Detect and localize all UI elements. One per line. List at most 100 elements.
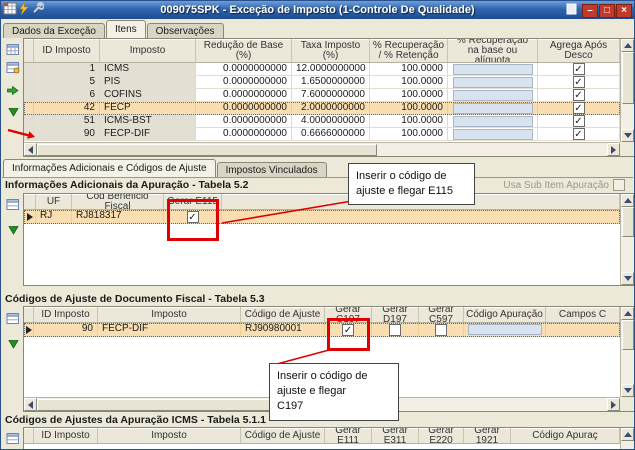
tab-informacoes-adicionais[interactable]: Informações Adicionais e Códigos de Ajus… [3, 159, 216, 177]
col-header-gerar-e220[interactable]: Gerar E220 [419, 428, 464, 443]
cell-reducao[interactable]: 0.0000000000 [196, 89, 292, 101]
cell-id-imposto[interactable]: 90 [34, 323, 98, 336]
cell-recuperacao-base[interactable] [448, 128, 538, 140]
navigate-last-icon[interactable] [4, 335, 22, 352]
col-header-imposto[interactable]: Imposto [98, 428, 241, 443]
cell-agrega[interactable]: ✓ [538, 128, 620, 140]
tab-observacoes[interactable]: Observações [146, 23, 224, 38]
cell-agrega[interactable]: ✓ [538, 89, 620, 101]
gerar-d197-checkbox[interactable] [389, 323, 401, 336]
cell-reducao[interactable]: 0.0000000000 [196, 115, 292, 127]
cell-recuperacao[interactable]: 100.0000 [370, 89, 448, 101]
table-row-selected[interactable]: 42 FECP 0.0000000000 2.0000000000 100.00… [24, 102, 620, 115]
cell-codigo-ajuste[interactable]: RJ90980001 [241, 323, 325, 336]
cell-imposto[interactable]: ICMS [100, 63, 196, 75]
cell-uf[interactable]: RJ [36, 210, 72, 223]
cell-id-imposto[interactable]: 1 [34, 63, 100, 75]
scroll-up-icon[interactable] [621, 307, 634, 320]
maximize-button[interactable]: □ [599, 3, 615, 18]
agrega-checkbox[interactable]: ✓ [572, 128, 585, 140]
grid2-vscrollbar[interactable] [620, 194, 634, 285]
edit-record-icon[interactable] [4, 59, 22, 76]
scroll-thumb[interactable] [621, 320, 634, 350]
col-header-id-imposto[interactable]: ID Imposto [34, 428, 98, 443]
scroll-right-icon[interactable] [607, 398, 620, 411]
insert-record-icon[interactable] [4, 430, 22, 447]
table-row[interactable]: 51 ICMS-BST 0.0000000000 4.0000000000 10… [24, 115, 620, 128]
agrega-checkbox[interactable]: ✓ [572, 102, 585, 114]
agrega-checkbox[interactable]: ✓ [572, 63, 585, 75]
scroll-up-icon[interactable] [621, 194, 634, 207]
cell-codigo-apuracao[interactable] [464, 323, 546, 336]
col-header-gerar-d197[interactable]: Gerar D197 [372, 307, 419, 322]
cell-agrega[interactable]: ✓ [538, 76, 620, 88]
cell-id-imposto[interactable]: 5 [34, 76, 100, 88]
table-row[interactable]: 5 PIS 0.0000000000 1.6500000000 100.0000… [24, 76, 620, 89]
grid4-vscrollbar[interactable] [620, 428, 634, 449]
tab-dados-da-excecao[interactable]: Dados da Exceção [3, 23, 105, 38]
minimize-button[interactable]: – [582, 3, 598, 18]
cell-recuperacao[interactable]: 100.0000 [370, 102, 448, 114]
cell-agrega[interactable]: ✓ [538, 102, 620, 114]
navigate-last-icon[interactable] [4, 221, 22, 238]
cell-agrega[interactable]: ✓ [538, 115, 620, 127]
scroll-up-icon[interactable] [621, 39, 634, 52]
cell-id-imposto[interactable]: 90 [34, 128, 100, 140]
table-row-selected[interactable]: 90 FECP-DIF RJ90980001 ✓ [24, 323, 620, 337]
post-record-icon[interactable] [4, 82, 22, 99]
agrega-checkbox[interactable]: ✓ [572, 76, 585, 88]
col-header-gerar-e111[interactable]: Gerar E111 [325, 428, 372, 443]
col-header-codigo-ajuste[interactable]: Código de Ajuste [241, 428, 325, 443]
cell-recuperacao-base[interactable] [448, 102, 538, 114]
table-row-selected[interactable]: RJ RJ818317 ✓ [24, 210, 620, 224]
close-button[interactable]: × [616, 3, 632, 18]
cell-imposto[interactable]: ICMS-BST [100, 115, 196, 127]
cell-recuperacao[interactable]: 100.0000 [370, 76, 448, 88]
cell-taxa[interactable]: 1.6500000000 [292, 76, 370, 88]
cell-taxa[interactable]: 4.0000000000 [292, 115, 370, 127]
tab-impostos-vinculados[interactable]: Impostos Vinculados [216, 162, 327, 177]
cell-gerar-d197[interactable] [372, 323, 419, 336]
scroll-left-icon[interactable] [24, 398, 37, 411]
cell-id-imposto[interactable]: 6 [34, 89, 100, 101]
cell-imposto[interactable]: COFINS [100, 89, 196, 101]
gerar-c597-checkbox[interactable] [435, 323, 447, 336]
col-header-codigo-ajuste[interactable]: Código de Ajuste [241, 307, 325, 322]
scroll-left-icon[interactable] [24, 143, 37, 156]
cell-recuperacao-base[interactable] [448, 89, 538, 101]
agrega-checkbox[interactable]: ✓ [572, 115, 585, 127]
insert-record-icon[interactable] [4, 196, 22, 213]
col-header-cod-beneficio[interactable]: Cod Beneficio Fiscal [72, 194, 164, 209]
cell-imposto[interactable]: FECP-DIF [98, 323, 241, 336]
col-header-campos[interactable]: Campos C [546, 307, 620, 322]
cell-recuperacao-base[interactable] [448, 115, 538, 127]
navigate-last-icon[interactable] [4, 103, 22, 120]
col-header-codigo-apuracao[interactable]: Código Apuração [464, 307, 546, 322]
col-header-recuperacao-base[interactable]: % Recuperação na base ou alíquota [448, 39, 538, 62]
cell-reducao[interactable]: 0.0000000000 [196, 76, 292, 88]
scroll-thumb[interactable] [621, 52, 634, 104]
agrega-checkbox[interactable]: ✓ [572, 89, 585, 101]
grid3-vscrollbar[interactable] [620, 307, 634, 397]
cell-recuperacao-base[interactable] [448, 76, 538, 88]
col-header-id-imposto[interactable]: ID Imposto [34, 39, 100, 62]
cell-recuperacao-base[interactable] [448, 63, 538, 75]
cell-taxa[interactable]: 12.0000000000 [292, 63, 370, 75]
col-header-id-imposto[interactable]: ID Imposto [34, 307, 98, 322]
scroll-up-icon[interactable] [621, 428, 634, 441]
col-header-agrega[interactable]: Agrega Após Desco [538, 39, 620, 62]
tab-itens[interactable]: Itens [105, 20, 146, 38]
cell-taxa[interactable]: 2.0000000000 [292, 102, 370, 114]
insert-record-icon[interactable] [4, 310, 22, 327]
usa-sub-item-checkbox[interactable] [613, 179, 625, 191]
cell-imposto[interactable]: FECP-DIF [100, 128, 196, 140]
cell-taxa[interactable]: 0.6666000000 [292, 128, 370, 140]
table-row[interactable]: 6 COFINS 0.0000000000 7.6000000000 100.0… [24, 89, 620, 102]
col-header-gerar-c597[interactable]: Gerar C597 [419, 307, 464, 322]
cell-imposto[interactable]: FECP [100, 102, 196, 114]
cell-reducao[interactable]: 0.0000000000 [196, 128, 292, 140]
cell-reducao[interactable]: 0.0000000000 [196, 102, 292, 114]
col-header-imposto[interactable]: Imposto [100, 39, 196, 62]
table-row[interactable]: 1 ICMS 0.0000000000 12.0000000000 100.00… [24, 63, 620, 76]
scroll-right-icon[interactable] [607, 143, 620, 156]
